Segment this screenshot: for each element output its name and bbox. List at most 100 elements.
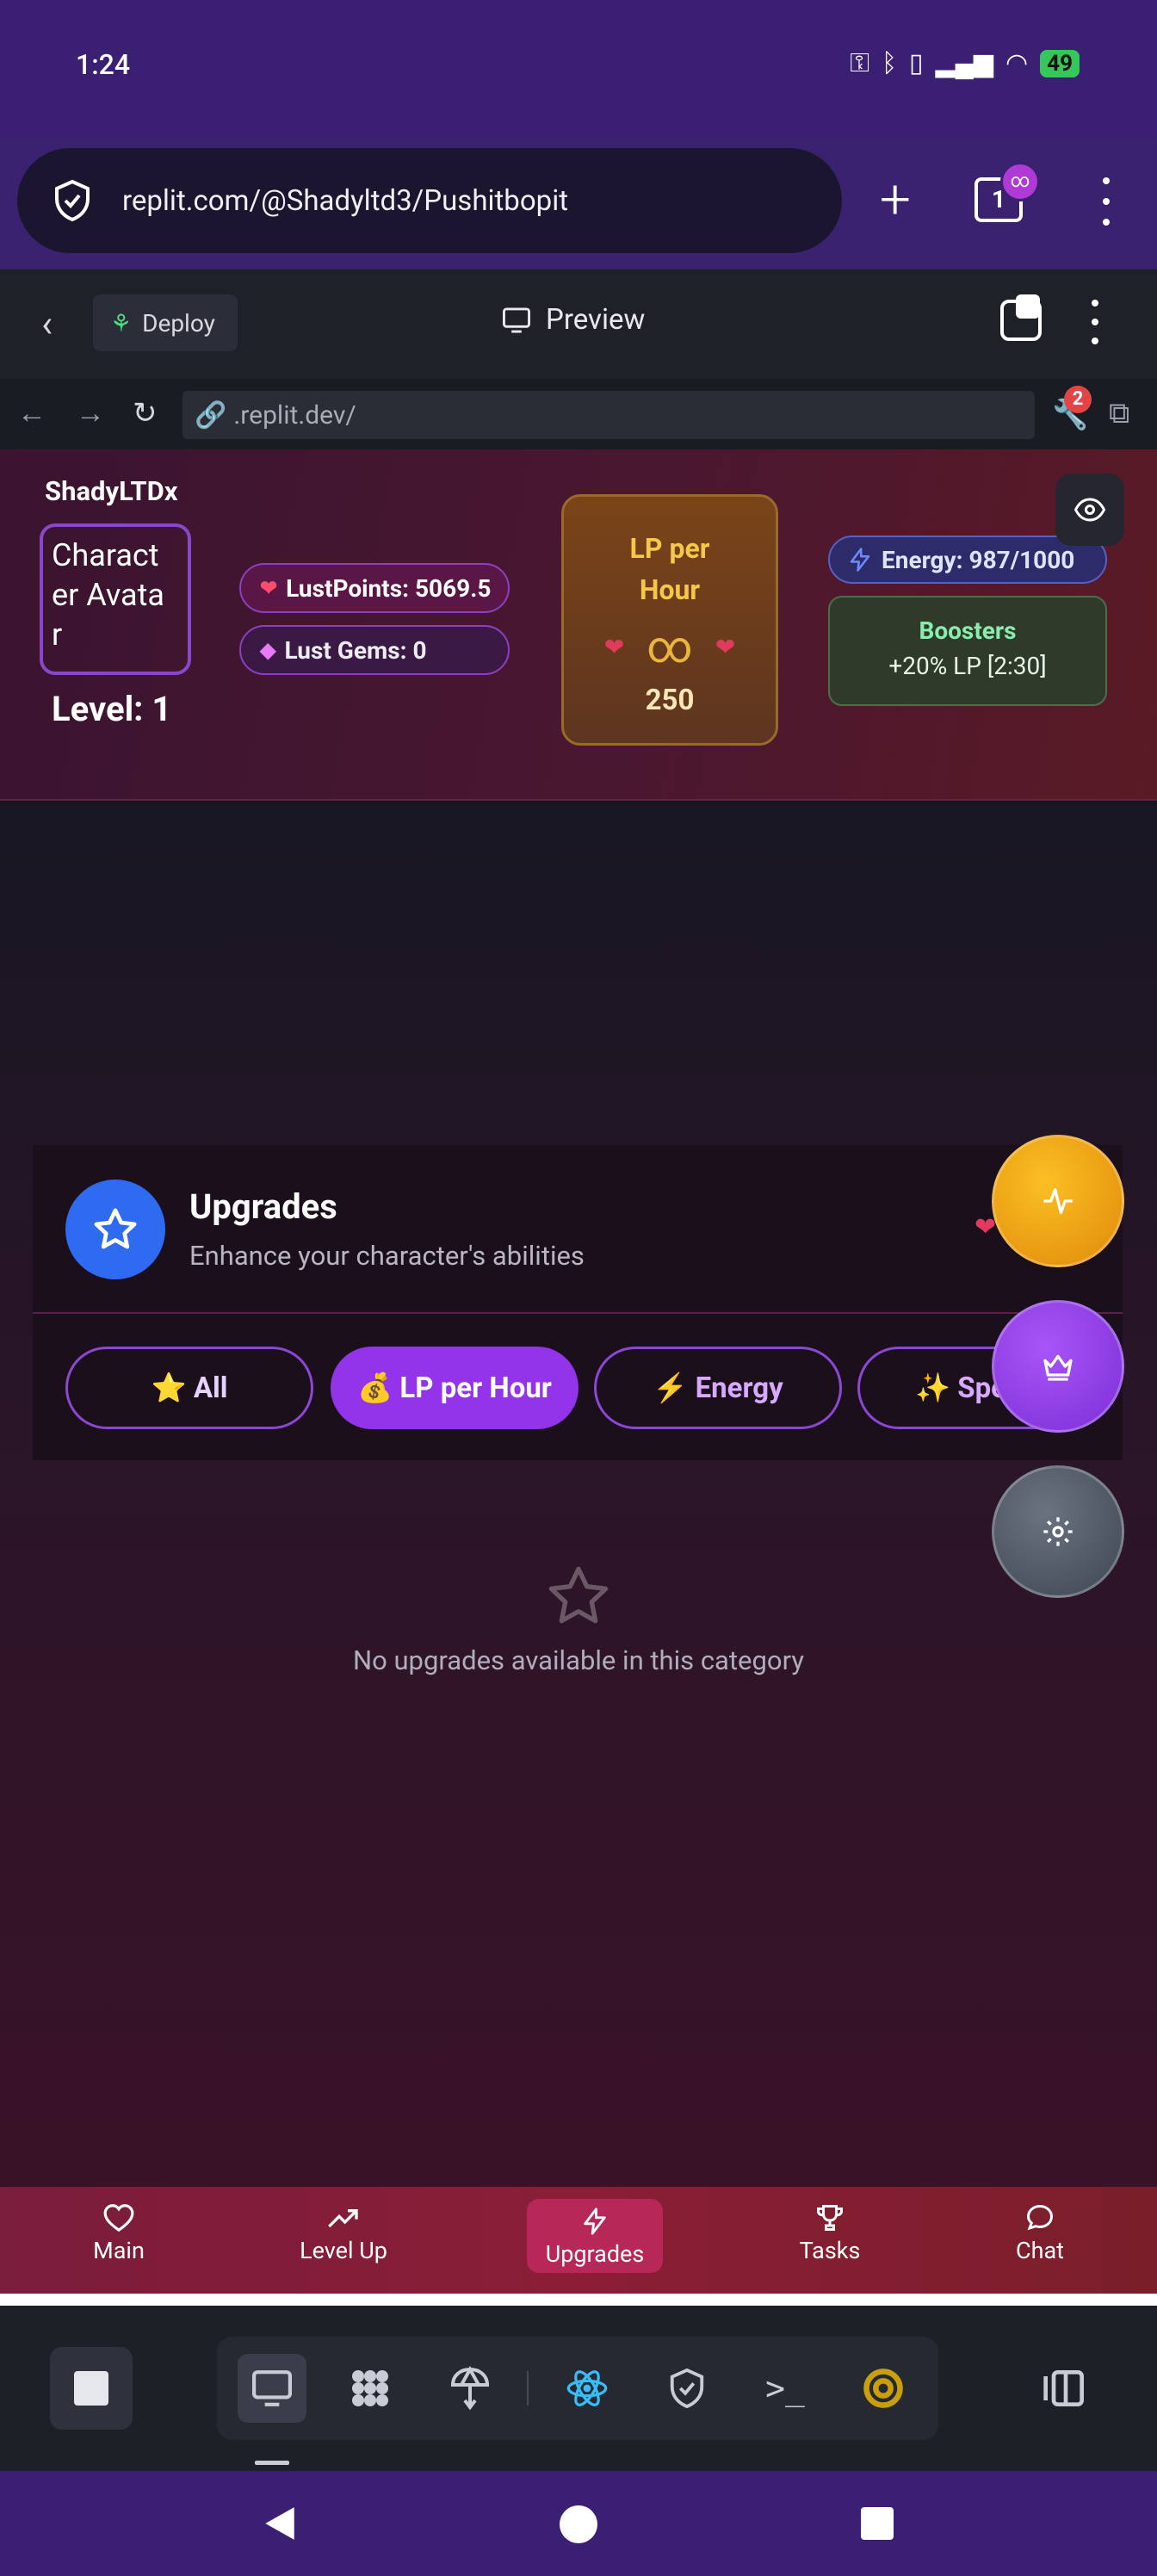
replit-menu-button[interactable] <box>1088 300 1102 344</box>
divider <box>33 1312 1123 1314</box>
status-icons: ⚿ ᛒ ▯ ▂▄▆ ◠ 49 <box>850 48 1080 78</box>
deploy-button[interactable]: ⚘ Deploy <box>93 294 238 351</box>
spiral-icon[interactable] <box>859 2364 907 2412</box>
zap-icon <box>542 2202 647 2240</box>
character-avatar[interactable]: Character Avatar <box>40 523 191 675</box>
stats-fab-button[interactable] <box>992 1135 1124 1267</box>
monitor-icon <box>503 307 530 333</box>
crown-icon <box>1043 1354 1073 1381</box>
status-time: 1:24 <box>76 48 130 81</box>
zap-icon <box>850 548 870 572</box>
star-icon <box>65 1180 165 1279</box>
avatar-placeholder-text: Character Avatar <box>52 537 164 653</box>
heart-icon: ❤ <box>603 633 625 661</box>
android-home-icon[interactable] <box>560 2505 597 2543</box>
monitor-icon[interactable] <box>238 2354 306 2423</box>
chat-icon <box>1012 2199 1067 2237</box>
incognito-badge-icon: ∞ <box>1000 162 1040 201</box>
key-icon: ⚿ <box>850 48 870 78</box>
infinity-symbol: ∞ <box>647 621 693 673</box>
lp-per-hour-card: LP per Hour ❤ ∞ ❤ 250 <box>561 494 778 746</box>
arrow-left-icon[interactable]: ← <box>17 394 46 432</box>
nav-tasks-label: Tasks <box>799 2237 861 2264</box>
sidebar-toggle-icon[interactable] <box>1042 2364 1090 2412</box>
preview-address-input[interactable]: 🔗 .replit.dev/ <box>183 391 1035 439</box>
eye-icon <box>1074 498 1105 522</box>
arrow-right-icon[interactable]: → <box>76 394 105 432</box>
nav-tasks[interactable]: Tasks <box>795 2199 864 2264</box>
link-icon: 🔗 <box>195 399 227 430</box>
reload-icon[interactable]: ↻ <box>133 394 158 432</box>
shield-check-icon[interactable] <box>663 2364 711 2412</box>
android-back-icon[interactable] <box>262 2504 298 2547</box>
trophy-icon <box>795 2199 864 2237</box>
deploy-icon[interactable] <box>446 2364 494 2412</box>
gem-icon: ◆ <box>260 638 276 662</box>
wifi-icon: ◠ <box>1005 48 1029 78</box>
gear-icon <box>1043 1517 1073 1546</box>
devtools-count-badge: 2 <box>1064 386 1092 413</box>
boosters-card[interactable]: Boosters +20% LP [2:30] <box>828 596 1107 706</box>
heart-icon <box>86 2199 152 2237</box>
stop-button[interactable] <box>50 2347 133 2430</box>
boosters-title: Boosters <box>919 616 1017 645</box>
bluetooth-icon: ᛒ <box>882 48 898 78</box>
grid-apps-icon[interactable] <box>346 2364 394 2412</box>
nav-upgrades[interactable]: Upgrades <box>527 2199 663 2273</box>
trending-up-icon <box>289 2199 398 2237</box>
nav-main[interactable]: Main <box>86 2199 152 2264</box>
android-recents-icon[interactable] <box>861 2507 894 2540</box>
lust-gems-badge: ◆ Lust Gems: 0 <box>239 625 510 675</box>
settings-fab-button[interactable] <box>992 1465 1124 1598</box>
heart-icon: ❤ <box>260 576 278 600</box>
url-text[interactable]: replit.com/@Shadyltd3/Pushitbopit <box>122 184 568 218</box>
player-name: ShadyLTDx <box>45 475 178 507</box>
empty-star-icon <box>544 1562 613 1634</box>
shield-check-icon[interactable] <box>48 176 96 225</box>
terminal-icon[interactable]: >_ <box>761 2364 809 2412</box>
tab-lp-per-hour[interactable]: 💰 LP per Hour <box>331 1347 578 1429</box>
lp-per-hour-infinity: ❤ ∞ ❤ <box>564 621 776 673</box>
tab-energy[interactable]: ⚡ Energy <box>594 1347 842 1429</box>
open-external-icon[interactable]: ⧉ <box>1109 394 1129 432</box>
activity-icon <box>1043 1188 1073 1214</box>
main-content <box>0 801 1157 2187</box>
nav-main-label: Main <box>93 2237 145 2264</box>
nav-upgrades-label: Upgrades <box>545 2240 645 2268</box>
nav-chat[interactable]: Chat <box>1012 2199 1067 2264</box>
signal-icon: ▂▄▆ <box>935 48 993 78</box>
nav-level-up-label: Level Up <box>300 2237 387 2264</box>
lp-per-hour-value: 250 <box>645 684 695 717</box>
vibrate-icon: ▯ <box>909 48 924 78</box>
lp-per-hour-title: LP per Hour <box>629 532 710 606</box>
stop-icon <box>74 2371 108 2406</box>
nav-level-up[interactable]: Level Up <box>289 2199 398 2264</box>
crown-fab-button[interactable] <box>992 1300 1124 1433</box>
tab-all[interactable]: ⭐ All <box>65 1347 313 1429</box>
preview-title: Preview <box>501 303 645 337</box>
browser-url-bar[interactable]: replit.com/@Shadyltd3/Pushitbopit <box>17 148 842 253</box>
deploy-icon: ⚘ <box>110 308 133 337</box>
back-chevron-icon[interactable]: ‹ <box>41 303 53 344</box>
preview-label: Preview <box>546 303 646 337</box>
upgrades-subtitle: Enhance your character's abilities <box>189 1240 585 1272</box>
browser-menu-button[interactable] <box>1093 177 1119 226</box>
battery-indicator: 49 <box>1040 49 1080 77</box>
react-icon[interactable] <box>563 2364 611 2412</box>
heart-icon: ❤ <box>715 633 736 661</box>
active-indicator <box>255 2461 289 2465</box>
eye-toggle-button[interactable] <box>1055 474 1124 546</box>
divider <box>527 2371 529 2406</box>
lust-gems-text: Lust Gems: 0 <box>284 635 427 665</box>
divider <box>0 2294 1157 2306</box>
boosters-value: +20% LP [2:30] <box>888 652 1047 680</box>
lust-points-badge: ❤ LustPoints: 5069.5 <box>239 563 510 613</box>
panes-icon[interactable] <box>1000 294 1042 341</box>
empty-state-message: No upgrades available in this category <box>352 1644 805 1676</box>
lust-points-text: LustPoints: 5069.5 <box>286 573 492 603</box>
upgrades-title: Upgrades <box>189 1186 337 1227</box>
nav-chat-label: Chat <box>1016 2237 1064 2264</box>
deploy-label: Deploy <box>142 308 215 337</box>
new-tab-button[interactable]: + <box>868 169 923 231</box>
preview-address-text[interactable]: .replit.dev/ <box>233 400 356 430</box>
